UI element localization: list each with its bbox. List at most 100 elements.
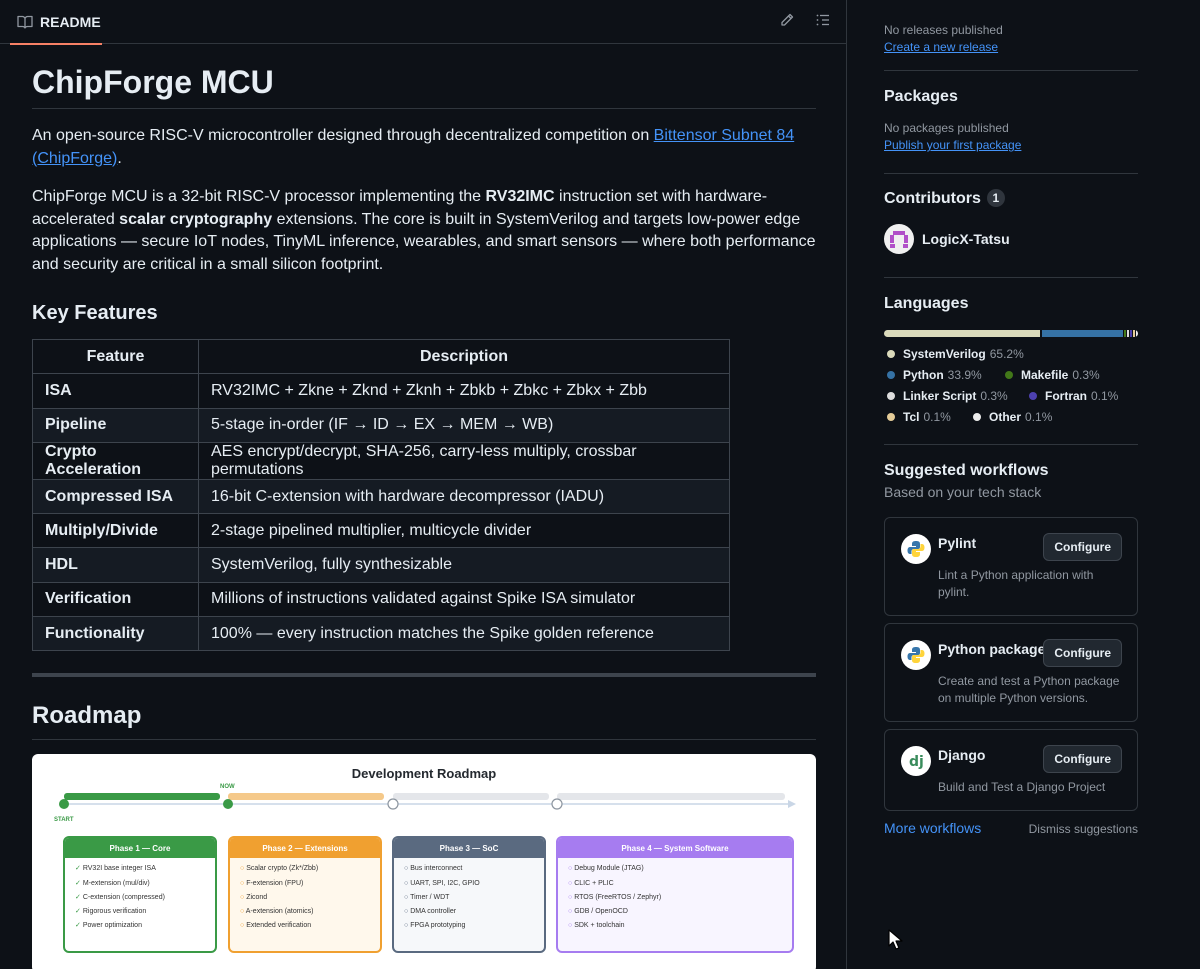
language-name: Fortran <box>1045 389 1087 403</box>
divider <box>884 277 1138 278</box>
table-row: Crypto Acceleration AES encrypt/decrypt, … <box>32 441 730 480</box>
phase-item-text: Power optimization <box>82 922 142 930</box>
circle-icon: ○ <box>568 922 573 930</box>
pencil-icon[interactable] <box>779 12 795 28</box>
divider <box>884 173 1138 174</box>
phase-item: ○ A-extension (atomics) <box>240 905 380 919</box>
phase-item: ○ GDB / OpenOCD <box>568 905 792 919</box>
desc-bold-isa: RV32IMC <box>485 188 555 205</box>
mouse-cursor-icon <box>888 929 903 950</box>
language-item[interactable]: Makefile 0.3% <box>1005 368 1100 382</box>
language-percent: 65.2% <box>989 347 1024 361</box>
timeline-arrow <box>788 800 796 809</box>
phase-item-text: DMA controller <box>410 907 457 915</box>
phase-item-text: Timer / WDT <box>410 893 450 901</box>
packages-heading[interactable]: Packages <box>884 88 1138 106</box>
table-row: Verification Millions of instructions val… <box>32 581 730 618</box>
intro-end: . <box>117 149 122 167</box>
milestone-phase-4 <box>551 798 563 810</box>
language-item[interactable]: SystemVerilog 65.2% <box>887 347 1024 361</box>
circle-icon: ○ <box>568 893 573 901</box>
workflows-heading: Suggested workflows <box>884 462 1049 479</box>
language-color-dot <box>1029 392 1037 400</box>
feature-name: Multiply/Divide <box>32 513 199 549</box>
avatar[interactable] <box>884 224 914 254</box>
book-icon <box>17 15 33 29</box>
phase-item: ✓ C-extension (compressed) <box>75 891 215 905</box>
feature-name: Pipeline <box>32 407 199 443</box>
readme-tab[interactable]: README <box>10 0 102 45</box>
contributors-heading[interactable]: Contributors 1 <box>884 189 1138 208</box>
roadmap-image: Development Roadmap NOW START Phase 1 — … <box>32 754 816 969</box>
phase-item-text: Rigorous verification <box>82 907 147 915</box>
language-percent: 0.1% <box>1025 410 1053 424</box>
circle-icon: ○ <box>240 893 245 901</box>
workflow-description: Lint a Python application with pylint. <box>938 568 1094 599</box>
django-icon: dj <box>901 746 931 776</box>
description-paragraph: ChipForge MCU is a 32-bit RISC-V process… <box>32 186 816 276</box>
configure-button[interactable]: Configure <box>1043 533 1122 561</box>
milestone-phase-3 <box>387 798 399 810</box>
contributor-item[interactable]: LogicX-Tatsu <box>884 224 1010 254</box>
phase-items: ✓ RV32I base integer ISA ✓ M-extension (… <box>65 858 215 933</box>
phase-item-text: Debug Module (JTAG) <box>574 865 644 873</box>
configure-button[interactable]: Configure <box>1043 639 1122 667</box>
dismiss-suggestions-button[interactable]: Dismiss suggestions <box>1029 822 1138 836</box>
feature-description: SystemVerilog, fully synthesizable <box>198 547 730 583</box>
phase-item: ○ Timer / WDT <box>404 891 544 905</box>
language-color-dot <box>887 413 895 421</box>
language-item[interactable]: Other 0.1% <box>973 410 1052 424</box>
workflow-name: Python package <box>938 641 1046 657</box>
language-bar-segment <box>884 330 1041 337</box>
circle-icon: ○ <box>404 922 409 930</box>
phase-item-text: RTOS (FreeRTOS / Zephyr) <box>574 893 662 901</box>
python-icon <box>901 640 931 670</box>
phase-item-text: Extended verification <box>246 922 312 930</box>
feature-name: Crypto Acceleration <box>32 441 199 480</box>
phase-item: ○ FPGA prototyping <box>404 919 544 933</box>
phase-item: ○ Scalar crypto (Zk*/Zbb) <box>240 862 380 876</box>
phase-item-text: RV32I base integer ISA <box>82 865 156 873</box>
timeline-segment-phase-2 <box>228 793 384 801</box>
circle-icon: ○ <box>568 879 573 887</box>
more-workflows-link[interactable]: More workflows <box>884 820 981 836</box>
language-color-dot <box>887 392 895 400</box>
language-item[interactable]: Linker Script 0.3% <box>887 389 1008 403</box>
contributors-section: Contributors 1 LogicX-Tatsu <box>884 189 1138 254</box>
feature-description: 5-stage in-order (IF → ID → EX → MEM → W… <box>198 407 730 443</box>
desc-text-1: ChipForge MCU is a 32-bit RISC-V process… <box>32 188 486 205</box>
language-percent: 0.1% <box>1091 389 1119 403</box>
phase-item-text: A-extension (atomics) <box>245 907 314 915</box>
publish-package-link[interactable]: Publish your first package <box>884 138 1021 152</box>
contributor-name[interactable]: LogicX-Tatsu <box>922 231 1010 247</box>
horizontal-rule <box>32 673 816 678</box>
table-header-description: Description <box>198 338 730 375</box>
phase-item: ○ UART, SPI, I2C, GPIO <box>404 877 544 891</box>
language-item[interactable]: Python 33.9% <box>887 368 982 382</box>
phase-item: ✓ M-extension (mul/div) <box>75 877 215 891</box>
phase-item: ○ DMA controller <box>404 905 544 919</box>
check-icon: ✓ <box>75 922 81 930</box>
configure-button[interactable]: Configure <box>1043 745 1122 773</box>
languages-heading-wrap: Languages <box>884 295 1138 313</box>
outline-list-icon[interactable] <box>815 12 831 28</box>
table-header-feature: Feature <box>32 338 199 375</box>
language-name: SystemVerilog <box>903 347 986 361</box>
language-item[interactable]: Fortran 0.1% <box>1029 389 1118 403</box>
table-row: ISA RV32IMC + Zkne + Zknd + Zknh + Zbkb +… <box>32 373 730 409</box>
phase-item: ○ Bus interconnect <box>404 862 544 876</box>
divider <box>884 444 1138 445</box>
phase-item: ○ Extended verification <box>240 919 380 933</box>
language-item[interactable]: Tcl 0.1% <box>887 410 951 424</box>
workflow-name: Django <box>938 747 986 763</box>
create-release-link[interactable]: Create a new release <box>884 40 998 54</box>
phase-title: Phase 1 — Core <box>65 838 215 859</box>
circle-icon: ○ <box>404 907 409 915</box>
check-icon: ✓ <box>75 865 81 873</box>
releases-empty-text: No releases published <box>884 23 1003 37</box>
phase-item: ○ Zicond <box>240 891 380 905</box>
check-icon: ✓ <box>75 893 81 901</box>
feature-name: Verification <box>32 581 199 618</box>
features-heading: Key Features <box>32 302 158 324</box>
check-icon: ✓ <box>75 879 81 887</box>
